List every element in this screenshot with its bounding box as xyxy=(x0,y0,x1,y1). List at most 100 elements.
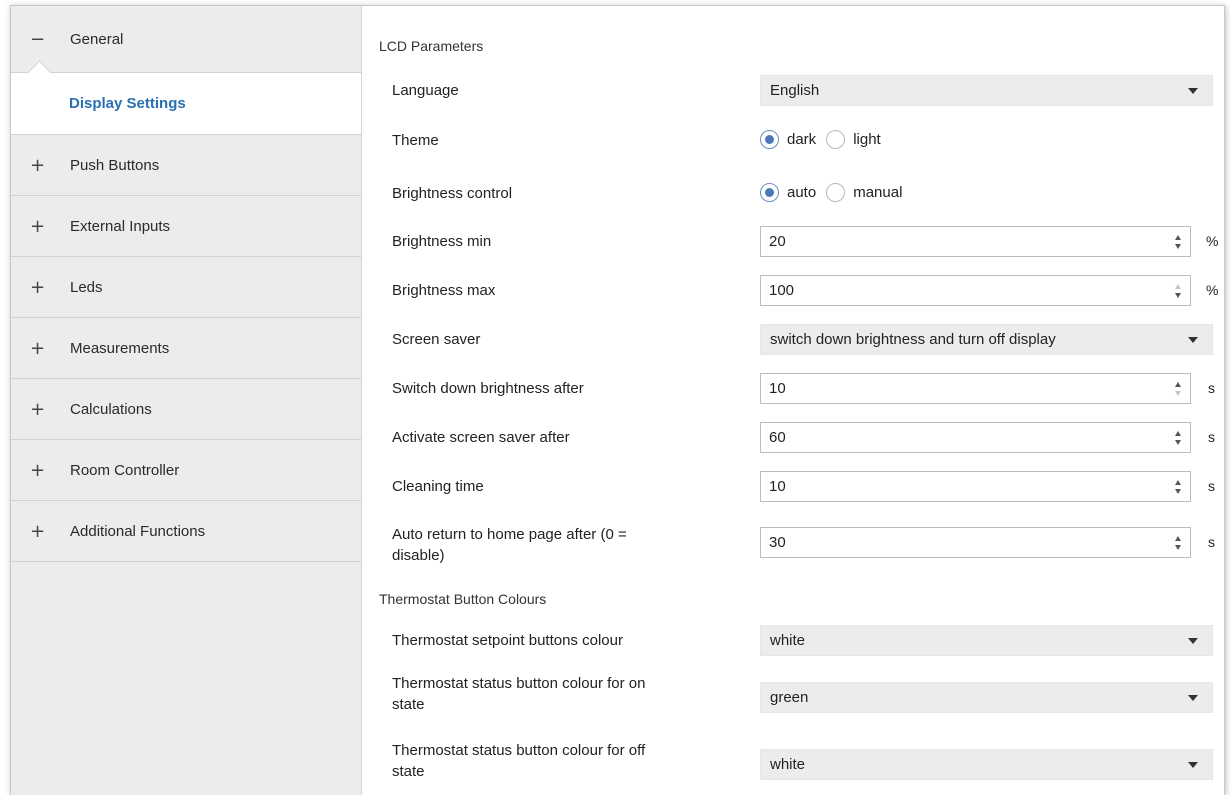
sidebar-item-room-controller[interactable]: + Room Controller xyxy=(11,440,361,501)
brightness-min-value: 20 xyxy=(769,233,786,250)
brightness-manual-radio[interactable] xyxy=(826,182,846,202)
sidebar-item-label: Leds xyxy=(70,278,103,296)
expand-icon[interactable]: + xyxy=(30,460,45,481)
spin-up-icon[interactable] xyxy=(1175,284,1181,289)
expand-icon[interactable]: + xyxy=(30,155,45,176)
spin-up-icon[interactable] xyxy=(1175,536,1181,541)
screen-saver-row: Screen saver switch down brightness and … xyxy=(362,324,1224,355)
expand-icon[interactable]: + xyxy=(30,521,45,542)
expand-icon[interactable]: + xyxy=(30,277,45,298)
theme-dark-label: dark xyxy=(787,130,817,148)
activate-saver-row: Activate screen saver after 60 s xyxy=(362,422,1224,453)
setpoint-colour-value: white xyxy=(770,632,806,649)
expand-icon[interactable]: + xyxy=(30,338,45,359)
sidebar-item-display-settings[interactable]: Display Settings xyxy=(11,73,361,135)
spin-up-icon[interactable] xyxy=(1175,382,1181,387)
spin-down-icon[interactable] xyxy=(1175,489,1181,494)
auto-return-label-line1: Auto return to home page after (0 = xyxy=(392,526,627,543)
app-window: − General Display Settings + Push Button… xyxy=(10,5,1225,795)
brightness-min-label: Brightness min xyxy=(392,233,492,250)
spin-down-icon[interactable] xyxy=(1175,244,1181,249)
on-state-label-line2: state xyxy=(392,696,425,713)
section-title-thermostat: Thermostat Button Colours xyxy=(379,591,547,607)
switch-down-label: Switch down brightness after xyxy=(392,380,584,397)
auto-return-label-line2: disable) xyxy=(392,547,445,564)
screen-saver-select[interactable]: switch down brightness and turn off disp… xyxy=(760,324,1213,355)
spin-down-icon[interactable] xyxy=(1175,293,1181,298)
expand-icon[interactable]: + xyxy=(30,216,45,237)
off-state-colour-label: Thermostat status button colour for off … xyxy=(392,740,645,782)
setpoint-colour-row: Thermostat setpoint buttons colour white xyxy=(362,625,1224,656)
language-value: English xyxy=(770,82,820,99)
setpoint-colour-select[interactable]: white xyxy=(760,625,1213,656)
auto-return-row: Auto return to home page after (0 = disa… xyxy=(362,526,1224,564)
brightness-max-input[interactable]: 100 xyxy=(760,275,1191,306)
brightness-auto-radio[interactable] xyxy=(760,182,779,202)
off-state-colour-select[interactable]: white xyxy=(760,749,1213,780)
sidebar-item-label: Display Settings xyxy=(69,95,186,112)
activate-saver-value: 60 xyxy=(769,429,786,446)
theme-light-radio[interactable] xyxy=(826,129,846,149)
cleaning-time-row: Cleaning time 10 s xyxy=(362,471,1224,502)
brightness-manual-label: manual xyxy=(853,183,903,201)
sidebar-item-calculations[interactable]: + Calculations xyxy=(11,379,361,440)
theme-radio-group: dark light xyxy=(760,127,891,151)
on-state-label-line1: Thermostat status button colour for on xyxy=(392,675,646,692)
brightness-min-input[interactable]: 20 xyxy=(760,226,1191,257)
off-state-colour-value: white xyxy=(770,756,806,773)
chevron-down-icon xyxy=(1188,695,1198,701)
on-state-colour-select[interactable]: green xyxy=(760,682,1213,713)
cleaning-time-label: Cleaning time xyxy=(392,478,484,495)
auto-return-label: Auto return to home page after (0 = disa… xyxy=(392,524,627,566)
sidebar: − General Display Settings + Push Button… xyxy=(11,6,362,795)
activate-saver-input[interactable]: 60 xyxy=(760,422,1191,453)
chevron-down-icon xyxy=(1188,638,1198,644)
spin-up-icon[interactable] xyxy=(1175,235,1181,240)
sidebar-item-measurements[interactable]: + Measurements xyxy=(11,318,361,379)
sidebar-item-label: Additional Functions xyxy=(70,522,206,540)
spin-up-icon[interactable] xyxy=(1175,431,1181,436)
off-state-label-line1: Thermostat status button colour for off xyxy=(392,742,646,759)
sidebar-item-label: Calculations xyxy=(70,400,152,418)
on-state-colour-label: Thermostat status button colour for on s… xyxy=(392,673,645,715)
sidebar-item-additional-functions[interactable]: + Additional Functions xyxy=(11,501,361,562)
language-row: Language English xyxy=(362,75,1224,106)
sidebar-item-general[interactable]: − General xyxy=(11,6,361,85)
section-title-lcd: LCD Parameters xyxy=(379,38,484,54)
switch-down-row: Switch down brightness after 10 s xyxy=(362,373,1224,404)
auto-return-input[interactable]: 30 xyxy=(760,527,1191,558)
off-state-colour-row: Thermostat status button colour for off … xyxy=(362,742,1224,780)
brightness-auto-label: auto xyxy=(787,183,817,201)
auto-return-unit: s xyxy=(1208,534,1215,550)
brightness-min-unit: % xyxy=(1206,233,1219,249)
sidebar-item-push-buttons[interactable]: + Push Buttons xyxy=(11,135,361,196)
expand-icon[interactable]: + xyxy=(30,399,45,420)
switch-down-input[interactable]: 10 xyxy=(760,373,1191,404)
activate-saver-label: Activate screen saver after xyxy=(392,429,570,446)
activate-saver-unit: s xyxy=(1208,429,1215,445)
on-state-colour-value: green xyxy=(770,689,809,706)
cleaning-time-input[interactable]: 10 xyxy=(760,471,1191,502)
brightness-max-unit: % xyxy=(1206,282,1219,298)
chevron-down-icon xyxy=(1188,762,1198,768)
theme-light-label: light xyxy=(853,130,881,148)
spin-down-icon[interactable] xyxy=(1175,545,1181,550)
theme-label: Theme xyxy=(392,132,439,149)
brightness-control-label: Brightness control xyxy=(392,185,513,202)
spin-up-icon[interactable] xyxy=(1175,480,1181,485)
sidebar-item-leds[interactable]: + Leds xyxy=(11,257,361,318)
brightness-control-radio-group: auto manual xyxy=(760,180,912,204)
language-select[interactable]: English xyxy=(760,75,1213,106)
sidebar-item-label: General xyxy=(70,30,124,48)
sidebar-item-external-inputs[interactable]: + External Inputs xyxy=(11,196,361,257)
brightness-min-row: Brightness min 20 % xyxy=(362,226,1224,257)
sidebar-item-label: Measurements xyxy=(70,339,170,357)
setpoint-colour-label: Thermostat setpoint buttons colour xyxy=(392,632,623,649)
theme-dark-radio[interactable] xyxy=(760,129,779,149)
parameters-panel: LCD Parameters Language English Theme da… xyxy=(362,6,1224,795)
collapse-icon[interactable]: − xyxy=(30,29,45,50)
spin-down-icon[interactable] xyxy=(1175,391,1181,396)
off-state-label-line2: state xyxy=(392,763,425,780)
spin-down-icon[interactable] xyxy=(1175,440,1181,445)
brightness-max-row: Brightness max 100 % xyxy=(362,275,1224,306)
